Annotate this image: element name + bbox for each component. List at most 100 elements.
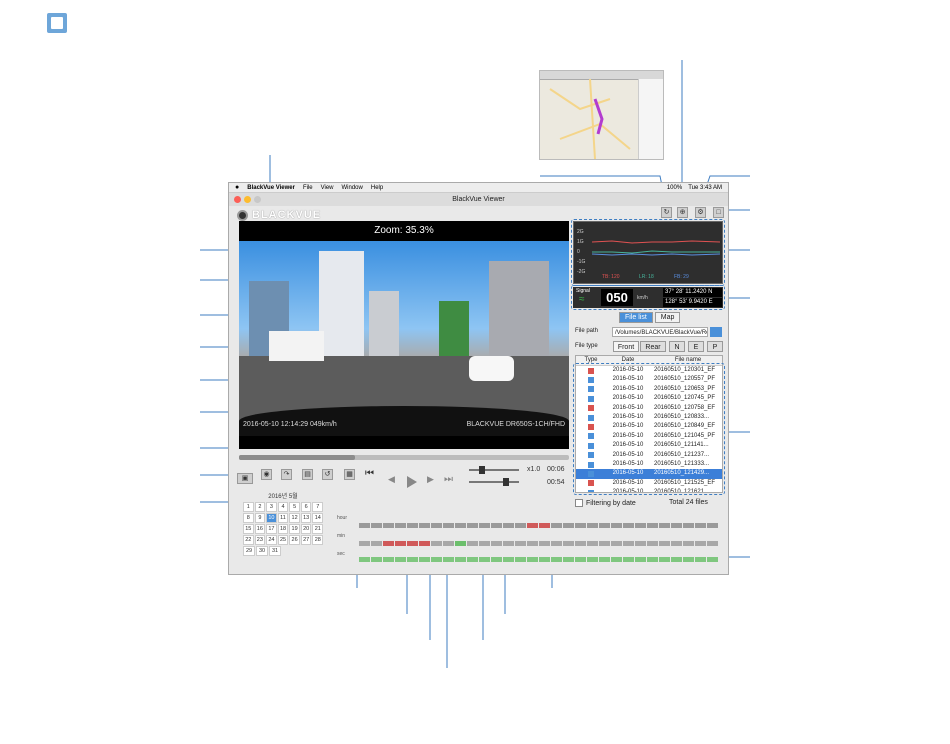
timeline-segment[interactable] <box>491 523 502 528</box>
timeline-segment[interactable] <box>635 541 646 546</box>
timeline-segment[interactable] <box>647 523 658 528</box>
timeline-segment[interactable] <box>503 523 514 528</box>
timeline-segment[interactable] <box>611 523 622 528</box>
timeline-segment[interactable] <box>563 523 574 528</box>
calendar-day[interactable]: 10 <box>266 513 277 523</box>
pip-toggle-icon[interactable]: ▣ <box>237 473 253 484</box>
timeline-segment[interactable] <box>683 541 694 546</box>
front-rear-switch-icon[interactable]: ▤ <box>302 469 313 480</box>
timeline-segment[interactable] <box>587 557 598 562</box>
menu-file[interactable]: File <box>303 183 313 192</box>
timeline-segment[interactable] <box>563 541 574 546</box>
timeline-segment[interactable] <box>563 557 574 562</box>
calendar-day[interactable]: 20 <box>300 524 312 534</box>
timeline-segment[interactable] <box>575 541 586 546</box>
timeline-segment[interactable] <box>707 523 718 528</box>
timeline-segment[interactable] <box>599 541 610 546</box>
timeline-segment[interactable] <box>443 523 454 528</box>
timeline-segment[interactable] <box>635 557 646 562</box>
timeline-segment[interactable] <box>623 523 634 528</box>
calendar-day[interactable]: 6 <box>300 502 312 512</box>
timeline-segment[interactable] <box>515 557 526 562</box>
tab-map[interactable]: Map <box>654 312 681 323</box>
zoom-window-button[interactable] <box>254 196 261 203</box>
timeline-segment[interactable] <box>695 523 706 528</box>
menu-help[interactable]: Help <box>371 183 383 192</box>
playback-speed-slider[interactable] <box>469 466 519 474</box>
calendar-day[interactable]: 3 <box>266 502 277 512</box>
timeline-segment[interactable] <box>659 557 670 562</box>
timeline-segment[interactable] <box>431 523 442 528</box>
timeline-segment[interactable] <box>395 541 406 546</box>
timeline-segment[interactable] <box>539 541 550 546</box>
apple-icon[interactable]: ● <box>235 183 239 192</box>
calendar-day[interactable]: 29 <box>243 546 255 556</box>
timeline-segment[interactable] <box>407 557 418 562</box>
timeline-segment[interactable] <box>419 523 430 528</box>
timeline-segment[interactable] <box>371 523 382 528</box>
timeline-segment[interactable] <box>371 557 382 562</box>
timeline-segment[interactable] <box>539 557 550 562</box>
timeline-segment[interactable] <box>515 523 526 528</box>
timeline-segment[interactable] <box>431 557 442 562</box>
calendar-day[interactable]: 24 <box>266 535 277 545</box>
timeline-segment[interactable] <box>383 557 394 562</box>
file-path-field[interactable]: /Volumes/BLACKVUE/BlackVue/Re <box>612 327 708 337</box>
timeline-segment[interactable] <box>443 541 454 546</box>
calendar-day[interactable]: 16 <box>254 524 266 534</box>
step-back-icon[interactable]: ◀ <box>386 475 397 486</box>
calendar-day[interactable]: 11 <box>277 513 289 523</box>
timeline-segment[interactable] <box>359 523 370 528</box>
timeline-segment[interactable] <box>623 557 634 562</box>
calendar-day[interactable]: 13 <box>300 513 312 523</box>
timeline-segment[interactable] <box>467 557 478 562</box>
next-file-icon[interactable]: ⏭ <box>443 475 454 486</box>
timeline-segment[interactable] <box>479 557 490 562</box>
timeline-segment[interactable] <box>479 541 490 546</box>
open-folder-icon[interactable]: □ <box>713 207 724 218</box>
timeline-segment[interactable] <box>539 523 550 528</box>
timeline-segment[interactable] <box>683 557 694 562</box>
screenshot-icon[interactable]: ◉ <box>261 469 272 480</box>
settings-gear-icon[interactable]: ⚙ <box>695 207 706 218</box>
timeline-segment[interactable] <box>551 557 562 562</box>
timeline-segment[interactable] <box>683 523 694 528</box>
calendar-day[interactable]: 30 <box>256 546 268 556</box>
timeline-segment[interactable] <box>395 557 406 562</box>
grid-view-icon[interactable]: ▦ <box>344 469 355 480</box>
video-player[interactable]: Zoom: 35.3% 2016-05-10 12:14:29 049km/h … <box>239 221 569 449</box>
calendar-day[interactable]: 27 <box>300 535 312 545</box>
timeline-segment[interactable] <box>371 541 382 546</box>
close-window-button[interactable] <box>234 196 241 203</box>
browse-folder-button[interactable] <box>710 327 722 337</box>
filter-by-date-checkbox[interactable] <box>575 499 583 507</box>
timeline-segment[interactable] <box>551 541 562 546</box>
timeline-segment[interactable] <box>599 557 610 562</box>
playback-progress-bar[interactable] <box>239 455 569 460</box>
timeline-segment[interactable] <box>407 523 418 528</box>
timeline-segment[interactable] <box>431 541 442 546</box>
filter-normal-button[interactable]: N <box>669 341 685 352</box>
calendar-day[interactable]: 8 <box>243 513 254 523</box>
timeline-segment[interactable] <box>587 523 598 528</box>
timeline-segment[interactable] <box>443 557 454 562</box>
timeline-segment[interactable] <box>527 541 538 546</box>
calendar-day[interactable]: 7 <box>312 502 324 512</box>
timeline-segment[interactable] <box>671 557 682 562</box>
timeline-segment[interactable] <box>671 523 682 528</box>
calendar-day[interactable]: 15 <box>243 524 254 534</box>
calendar-day[interactable]: 9 <box>254 513 266 523</box>
menu-window[interactable]: Window <box>342 183 363 192</box>
timeline-segment[interactable] <box>575 523 586 528</box>
filter-event-button[interactable]: E <box>688 341 704 352</box>
timeline-segment[interactable] <box>575 557 586 562</box>
timeline-segment[interactable] <box>467 523 478 528</box>
filter-by-date[interactable]: Filtering by date <box>575 499 636 507</box>
timeline-segment[interactable] <box>455 523 466 528</box>
timeline-segment[interactable] <box>467 541 478 546</box>
timeline-segment[interactable] <box>635 523 646 528</box>
timeline-segment[interactable] <box>695 541 706 546</box>
calendar-day[interactable]: 2 <box>254 502 266 512</box>
timeline-segment[interactable] <box>503 541 514 546</box>
calendar-day[interactable]: 21 <box>312 524 324 534</box>
